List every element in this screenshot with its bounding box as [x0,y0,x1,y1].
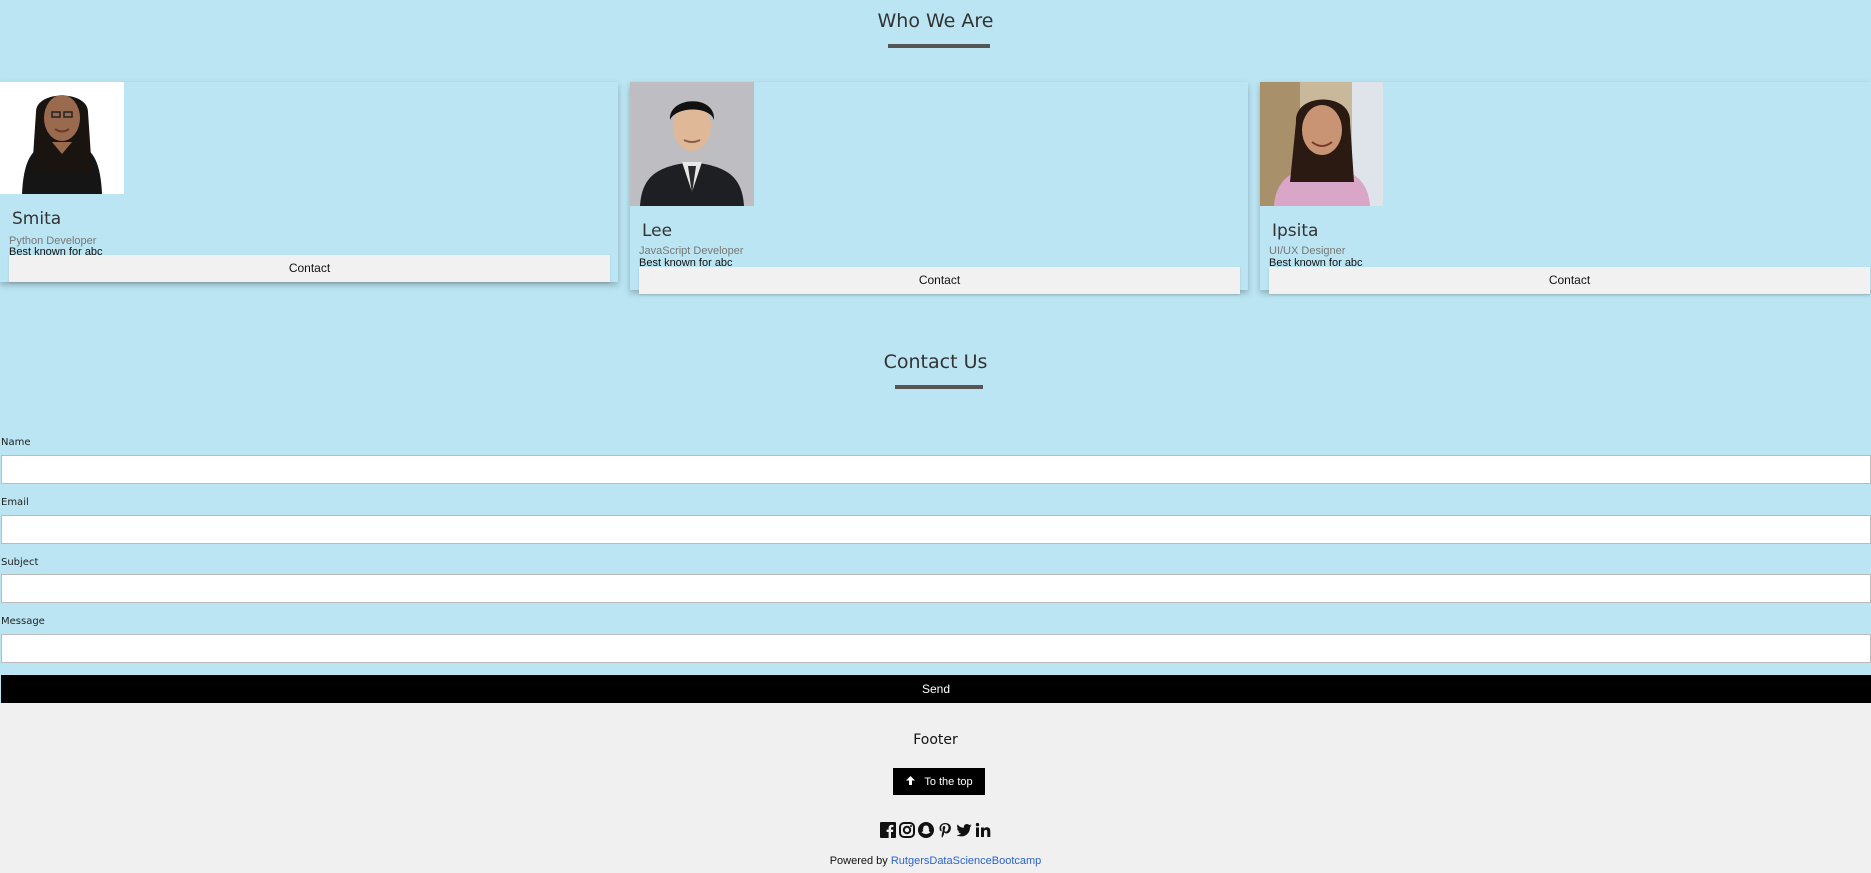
social-icons [0,822,1871,838]
email-label: Email [1,497,29,508]
contact-button[interactable]: Contact [1269,267,1870,294]
member-role: JavaScript Developer [639,245,744,257]
lee-photo [630,82,754,206]
powered-by: Powered by RutgersDataScienceBootcamp [0,855,1871,867]
contact-section-title: Contact Us [883,351,988,373]
message-label: Message [1,616,45,627]
twitter-icon[interactable] [956,822,972,838]
member-name: Ipsita [1272,221,1319,241]
contact-button[interactable]: Contact [639,267,1240,294]
team-card-lee: Lee JavaScript Developer Best known for … [630,82,1248,294]
linkedin-icon[interactable] [975,822,991,838]
contact-title-underline [895,385,983,389]
team-title-underline [888,44,990,48]
footer-title: Footer [913,732,958,748]
name-label: Name [1,437,31,448]
powered-by-prefix: Powered by [829,855,888,867]
instagram-icon[interactable] [899,822,915,838]
subject-label: Subject [1,557,39,568]
to-the-top-button[interactable]: To the top [893,768,985,795]
subject-field[interactable] [1,574,1871,603]
facebook-icon[interactable] [880,822,896,838]
team-card-ipsita: Ipsita UI/UX Designer Best known for abc… [1260,82,1871,294]
name-field[interactable] [1,455,1871,484]
smita-photo [0,82,124,194]
member-role: UI/UX Designer [1269,245,1346,257]
member-name: Lee [642,221,673,241]
send-button[interactable]: Send [1,675,1871,703]
contact-button[interactable]: Contact [9,255,610,282]
to-the-top-label: To the top [924,775,973,788]
ipsita-photo [1260,82,1383,206]
team-card-smita: Smita Python Developer Best known for ab… [0,82,618,282]
member-name: Smita [12,209,62,229]
pinterest-icon[interactable] [937,822,953,838]
email-field[interactable] [1,515,1871,544]
powered-by-link[interactable]: RutgersDataScienceBootcamp [891,855,1041,867]
message-field[interactable] [1,634,1871,663]
arrow-up-icon [905,775,916,789]
team-section-title: Who We Are [877,10,994,32]
snapchat-icon[interactable] [918,822,934,838]
